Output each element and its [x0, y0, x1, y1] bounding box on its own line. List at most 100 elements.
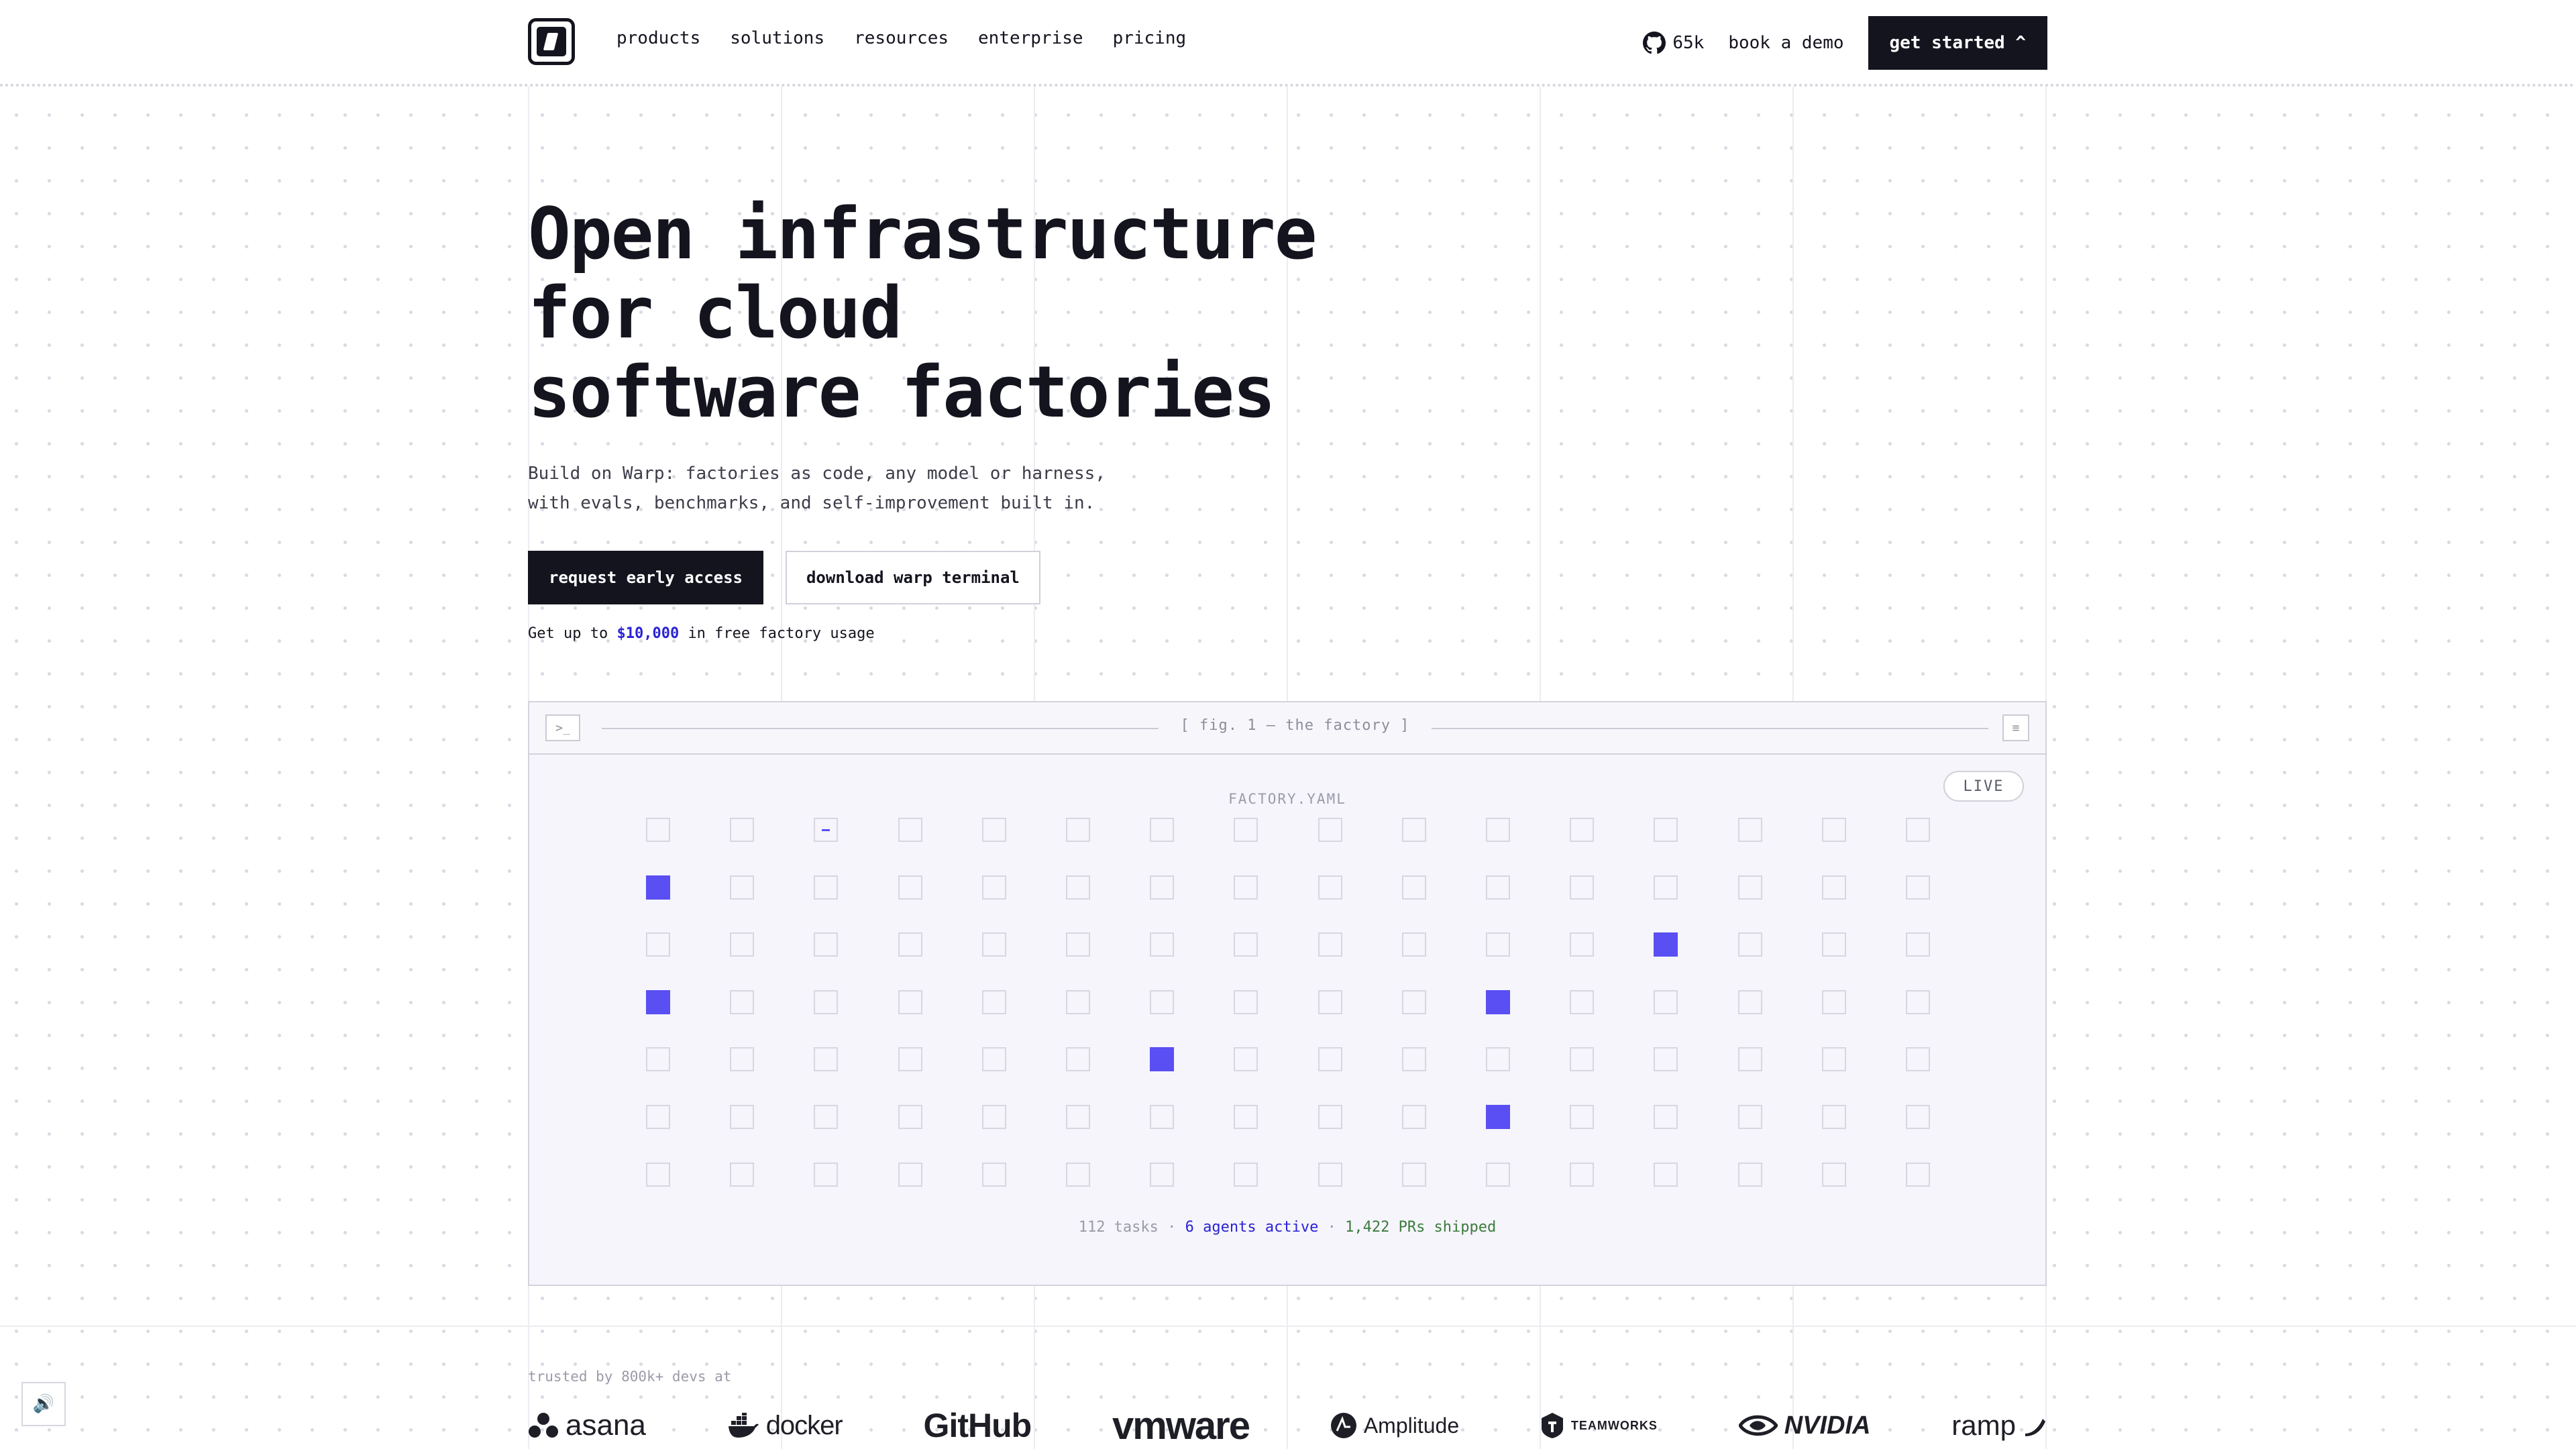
- hero-subtitle: Build on Warp: factories as code, any mo…: [528, 459, 1106, 518]
- factory-task-cell: [1654, 1105, 1678, 1129]
- nav-solutions[interactable]: solutions: [730, 28, 824, 48]
- nav-resources[interactable]: resources: [854, 28, 949, 48]
- stat-tasks: 112 tasks: [1078, 1219, 1159, 1236]
- factory-task-cell: [1654, 989, 1678, 1014]
- factory-task-cell: [1401, 989, 1426, 1014]
- factory-task-cell: [1150, 989, 1175, 1014]
- factory-task-cell: [1318, 1105, 1342, 1129]
- factory-task-cell: [1906, 1047, 1930, 1072]
- teamworks-wordmark: TEAMWORKS: [1570, 1418, 1658, 1432]
- factory-task-cell: [1654, 818, 1678, 842]
- github-link[interactable]: 65k: [1643, 32, 1704, 54]
- get-started-button[interactable]: get started ^: [1868, 16, 2047, 70]
- factory-task-cell: [1234, 1105, 1258, 1129]
- stat-separator: ·: [1327, 1219, 1336, 1236]
- factory-task-cell: [1570, 875, 1595, 900]
- factory-task-cell: [730, 875, 755, 900]
- factory-task-cell: [898, 818, 922, 842]
- factory-task-cell: [1234, 1047, 1258, 1072]
- github-icon: [1643, 32, 1666, 54]
- download-terminal-button[interactable]: download warp terminal: [785, 551, 1040, 604]
- factory-task-cell: [814, 1105, 839, 1129]
- factory-task-cell: [898, 1105, 922, 1129]
- book-demo-link[interactable]: book a demo: [1728, 33, 1843, 53]
- factory-task-cell: [981, 1162, 1006, 1187]
- nav-pricing[interactable]: pricing: [1113, 28, 1187, 48]
- nav-products[interactable]: products: [616, 28, 700, 48]
- hero-cta-group: request early access download warp termi…: [528, 551, 1040, 604]
- github-stars: 65k: [1672, 33, 1705, 53]
- factory-task-cell: [1066, 875, 1090, 900]
- warp-logo[interactable]: [528, 18, 575, 65]
- factory-grid: [529, 702, 2045, 1285]
- factory-task-cell: [1906, 932, 1930, 957]
- factory-task-cell: [1906, 1105, 1930, 1129]
- factory-task-cell: [1821, 1047, 1846, 1072]
- amplitude-logo: Amplitude: [1330, 1412, 1459, 1439]
- nav-enterprise[interactable]: enterprise: [978, 28, 1083, 48]
- ramp-wordmark: ramp: [1951, 1409, 2016, 1441]
- factory-task-cell: [1737, 1047, 1762, 1072]
- factory-task-cell: [1906, 818, 1930, 842]
- factory-task-cell: [1318, 818, 1342, 842]
- stat-separator: ·: [1167, 1219, 1177, 1236]
- promo-amount: $10,000: [616, 625, 680, 642]
- factory-task-cell: [1234, 818, 1258, 842]
- factory-task-cell: [1150, 932, 1175, 957]
- factory-task-cell-active: [646, 989, 670, 1014]
- factory-task-cell: [1654, 1162, 1678, 1187]
- factory-task-cell: [1821, 875, 1846, 900]
- promo-text: Get up to $10,000 in free factory usage: [528, 625, 875, 642]
- factory-task-cell: [981, 989, 1006, 1014]
- factory-task-cell: [1906, 875, 1930, 900]
- factory-task-cell: [1401, 818, 1426, 842]
- speaker-icon: 🔊: [32, 1394, 55, 1414]
- factory-task-cell: [1318, 932, 1342, 957]
- hero-subtitle-line: Build on Warp: factories as code, any mo…: [528, 464, 1106, 484]
- amplitude-wordmark: Amplitude: [1363, 1413, 1460, 1438]
- teamworks-shield-icon: [1541, 1413, 1563, 1438]
- promo-prefix: Get up to: [528, 625, 608, 642]
- factory-task-cell: [730, 1162, 755, 1187]
- factory-task-cell: [1906, 1162, 1930, 1187]
- factory-task-cell: [730, 932, 755, 957]
- factory-task-cell: [1150, 1162, 1175, 1187]
- top-nav: products solutions resources enterprise …: [0, 0, 2576, 87]
- warp-logo-mark: [537, 27, 566, 56]
- factory-task-cell: [1654, 875, 1678, 900]
- factory-task-cell: [730, 1105, 755, 1129]
- factory-task-cell: [1066, 932, 1090, 957]
- factory-task-cell: [1234, 932, 1258, 957]
- factory-task-cell: [1486, 875, 1510, 900]
- factory-task-cell: [1821, 989, 1846, 1014]
- factory-task-cell: [1318, 1047, 1342, 1072]
- factory-task-cell: [1066, 1047, 1090, 1072]
- factory-task-cell: [730, 818, 755, 842]
- factory-task-cell: [1401, 932, 1426, 957]
- factory-task-cell: [1318, 989, 1342, 1014]
- factory-task-cell: [1654, 1047, 1678, 1072]
- factory-task-cell: [646, 932, 670, 957]
- factory-task-cell: [1066, 989, 1090, 1014]
- factory-task-cell-working: [814, 818, 839, 842]
- factory-task-cell-active: [1150, 1047, 1175, 1072]
- factory-task-cell: [1486, 932, 1510, 957]
- factory-task-cell: [1570, 989, 1595, 1014]
- factory-task-cell: [898, 1047, 922, 1072]
- factory-task-cell: [1570, 932, 1595, 957]
- factory-task-cell: [1150, 1105, 1175, 1129]
- factory-task-cell: [814, 989, 839, 1014]
- factory-task-cell: [1066, 818, 1090, 842]
- factory-task-cell: [1066, 1105, 1090, 1129]
- factory-task-cell: [1821, 1105, 1846, 1129]
- factory-task-cell: [646, 1047, 670, 1072]
- factory-task-cell: [814, 1047, 839, 1072]
- ramp-arrow-icon: [2025, 1419, 2045, 1436]
- factory-task-cell: [1737, 875, 1762, 900]
- ramp-logo: ramp: [1951, 1409, 2047, 1442]
- factory-task-cell: [646, 1105, 670, 1129]
- sound-toggle-button[interactable]: 🔊: [21, 1382, 66, 1426]
- main-menu: products solutions resources enterprise …: [616, 28, 1186, 48]
- request-early-access-button[interactable]: request early access: [528, 551, 763, 604]
- factory-task-cell: [814, 1162, 839, 1187]
